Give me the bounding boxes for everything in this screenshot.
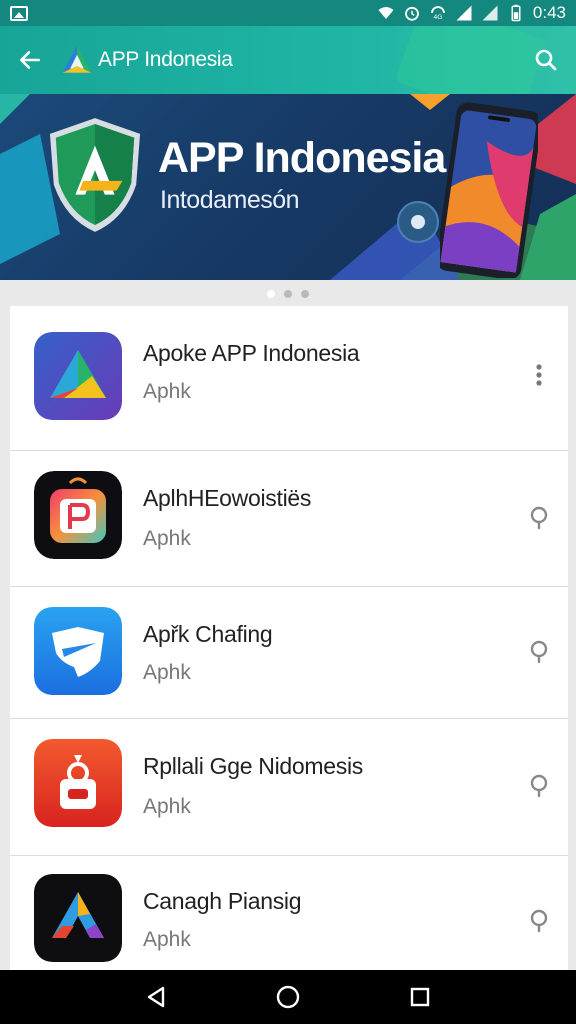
app-name: Rpllali Gge Nidomesis (143, 753, 363, 779)
search-icon (535, 49, 557, 71)
nav-recents-icon (410, 987, 430, 1007)
app-subtitle: Aphk (143, 661, 191, 684)
svg-text:4G: 4G (433, 14, 442, 21)
app-icon (34, 874, 122, 962)
battery-icon (511, 4, 521, 22)
phone-illustration (440, 102, 538, 278)
back-button[interactable] (0, 26, 60, 94)
pin-icon (530, 506, 548, 530)
app-icon (34, 607, 122, 695)
status-time: 0:43 (532, 3, 566, 22)
location-button[interactable] (524, 637, 554, 667)
app-bar: APP Indonesia (0, 26, 576, 94)
carousel-dot[interactable] (301, 290, 309, 298)
nav-back-icon (147, 986, 165, 1008)
app-name: AplhHEowoistiës (143, 485, 312, 511)
app-icon (34, 471, 122, 559)
app-subtitle: Aphk (143, 380, 191, 403)
location-button[interactable] (524, 503, 554, 533)
signal-icon (456, 5, 472, 21)
alarm-icon (404, 6, 419, 21)
app-subtitle: Aphk (143, 527, 191, 550)
search-button[interactable] (530, 44, 562, 76)
shield-logo-icon (49, 118, 141, 232)
list-item[interactable]: Canagh Piansig Aphk (10, 856, 568, 970)
app-name: Apoke APP Indonesia (143, 340, 360, 366)
app-name: Apřk Chafing (143, 621, 273, 647)
nav-recents-button[interactable] (400, 977, 440, 1017)
carousel-dot[interactable] (267, 290, 275, 298)
nav-back-button[interactable] (136, 977, 176, 1017)
app-list: Apoke APP Indonesia Aphk AplhHEowoistiës… (10, 306, 568, 970)
data-icon: 4G (430, 6, 445, 21)
pin-icon (530, 909, 548, 933)
system-nav-bar (0, 970, 576, 1024)
list-item[interactable]: AplhHEowoistiës Aphk (10, 451, 568, 587)
pin-icon (530, 774, 548, 798)
app-bar-title: APP Indonesia (98, 48, 233, 71)
list-item[interactable]: Rpllali Gge Nidomesis Aphk (10, 719, 568, 856)
gallery-icon (10, 5, 28, 21)
promo-banner[interactable]: APP Indonesia Intodamesón (0, 94, 576, 280)
app-icon (34, 739, 122, 827)
banner-title: APP Indonesia (158, 134, 446, 182)
location-button[interactable] (524, 771, 554, 801)
list-item[interactable]: Apoke APP Indonesia Aphk (10, 306, 568, 451)
status-bar: 4G 0:43 (0, 0, 576, 26)
app-icon (34, 332, 122, 420)
overflow-menu-button[interactable] (524, 360, 554, 390)
location-button[interactable] (524, 906, 554, 936)
app-logo-icon (62, 45, 92, 73)
carousel-indicator (0, 284, 576, 304)
app-subtitle: Aphk (143, 928, 191, 951)
app-subtitle: Aphk (143, 795, 191, 818)
more-vertical-icon (536, 364, 542, 386)
nav-home-button[interactable] (268, 977, 308, 1017)
signal-icon (482, 5, 498, 21)
nav-home-icon (276, 985, 300, 1009)
list-item[interactable]: Apřk Chafing Aphk (10, 587, 568, 719)
wifi-icon (378, 7, 394, 19)
arrow-left-icon (20, 51, 40, 69)
carousel-dot[interactable] (284, 290, 292, 298)
pin-icon (530, 640, 548, 664)
banner-subtitle: Intodamesón (160, 186, 300, 214)
app-name: Canagh Piansig (143, 888, 302, 914)
